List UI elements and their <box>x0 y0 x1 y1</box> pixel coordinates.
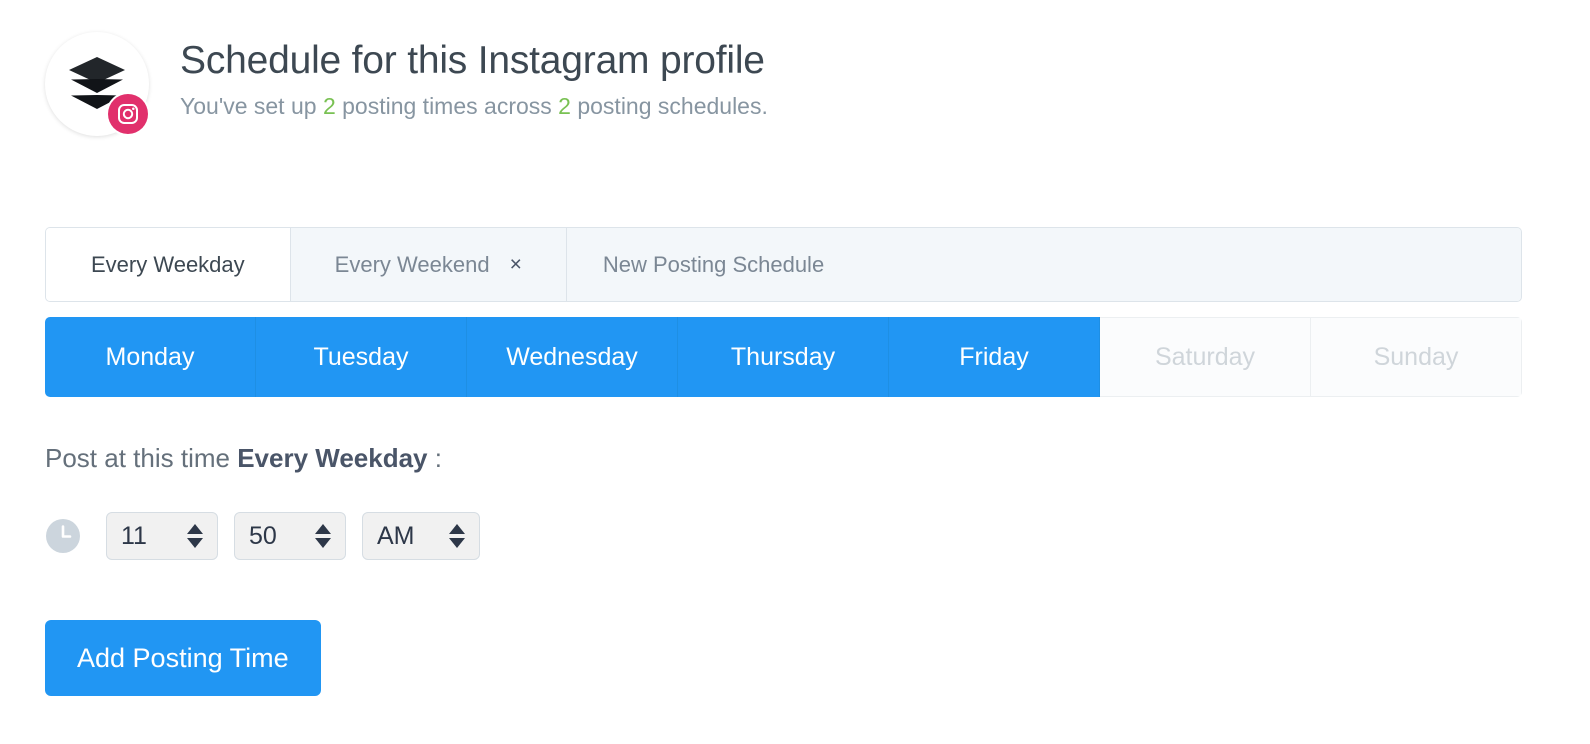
posting-schedules-count: 2 <box>558 93 571 120</box>
subtitle-prefix: You've set up <box>180 93 323 120</box>
page-subtitle: You've set up 2 posting times across 2 p… <box>180 93 768 120</box>
day-toggle-monday[interactable]: Monday <box>45 317 256 397</box>
day-label: Thursday <box>730 342 836 371</box>
tab-every-weekday[interactable]: Every Weekday <box>46 228 291 301</box>
header-text-block: Schedule for this Instagram profile You'… <box>180 32 768 120</box>
chevron-up-icon <box>315 524 331 534</box>
chevron-up-icon <box>449 524 465 534</box>
tab-label: New Posting Schedule <box>602 251 825 277</box>
instagram-icon <box>108 94 148 134</box>
day-toggle-friday[interactable]: Friday <box>889 317 1100 397</box>
tab-label: Every Weekday <box>91 251 245 277</box>
day-label: Monday <box>105 342 195 371</box>
add-posting-time-button[interactable]: Add Posting Time <box>45 620 321 696</box>
day-label: Saturday <box>1154 342 1256 371</box>
chevron-up-icon <box>187 524 203 534</box>
day-label: Wednesday <box>506 342 638 371</box>
chevron-down-icon <box>449 538 465 548</box>
schedule-tabs: Every Weekday Every Weekend × New Postin… <box>45 227 1522 302</box>
meridiem-select[interactable]: AM <box>362 512 480 560</box>
post-label-prefix: Post at this time <box>45 443 238 473</box>
minute-stepper-icon[interactable] <box>315 524 331 548</box>
time-picker-row: 11 50 AM <box>45 512 496 560</box>
subtitle-middle: posting times across <box>335 93 559 120</box>
minute-value: 50 <box>249 521 277 550</box>
day-toggle-sunday[interactable]: Sunday <box>1311 317 1522 397</box>
profile-header: Schedule for this Instagram profile You'… <box>45 32 768 136</box>
post-time-label: Post at this time Every Weekday : <box>45 443 442 474</box>
hour-select[interactable]: 11 <box>106 512 218 560</box>
day-selector: Monday Tuesday Wednesday Thursday Friday… <box>45 317 1522 397</box>
page-title: Schedule for this Instagram profile <box>180 39 765 82</box>
meridiem-value: AM <box>377 521 415 550</box>
hour-stepper-icon[interactable] <box>187 524 203 548</box>
tab-label: Every Weekend <box>334 251 490 277</box>
minute-select[interactable]: 50 <box>234 512 346 560</box>
avatar <box>45 32 149 136</box>
tab-every-weekend[interactable]: Every Weekend × <box>290 228 567 301</box>
posting-times-count: 2 <box>322 93 336 120</box>
day-label: Friday <box>959 342 1029 371</box>
tab-new-posting-schedule[interactable]: New Posting Schedule <box>566 228 1521 301</box>
day-toggle-wednesday[interactable]: Wednesday <box>467 317 678 397</box>
subtitle-suffix: posting schedules. <box>570 93 768 120</box>
day-toggle-tuesday[interactable]: Tuesday <box>256 317 467 397</box>
day-toggle-saturday[interactable]: Saturday <box>1100 317 1311 397</box>
clock-icon <box>45 518 81 554</box>
chevron-down-icon <box>315 538 331 548</box>
meridiem-stepper-icon[interactable] <box>449 524 465 548</box>
day-label: Sunday <box>1373 342 1459 371</box>
chevron-down-icon <box>187 538 203 548</box>
close-icon[interactable]: × <box>510 254 522 275</box>
day-toggle-thursday[interactable]: Thursday <box>678 317 889 397</box>
post-label-schedule-name: Every Weekday <box>237 443 428 473</box>
post-label-suffix: : <box>427 443 442 473</box>
day-label: Tuesday <box>313 342 409 371</box>
hour-value: 11 <box>121 521 147 550</box>
